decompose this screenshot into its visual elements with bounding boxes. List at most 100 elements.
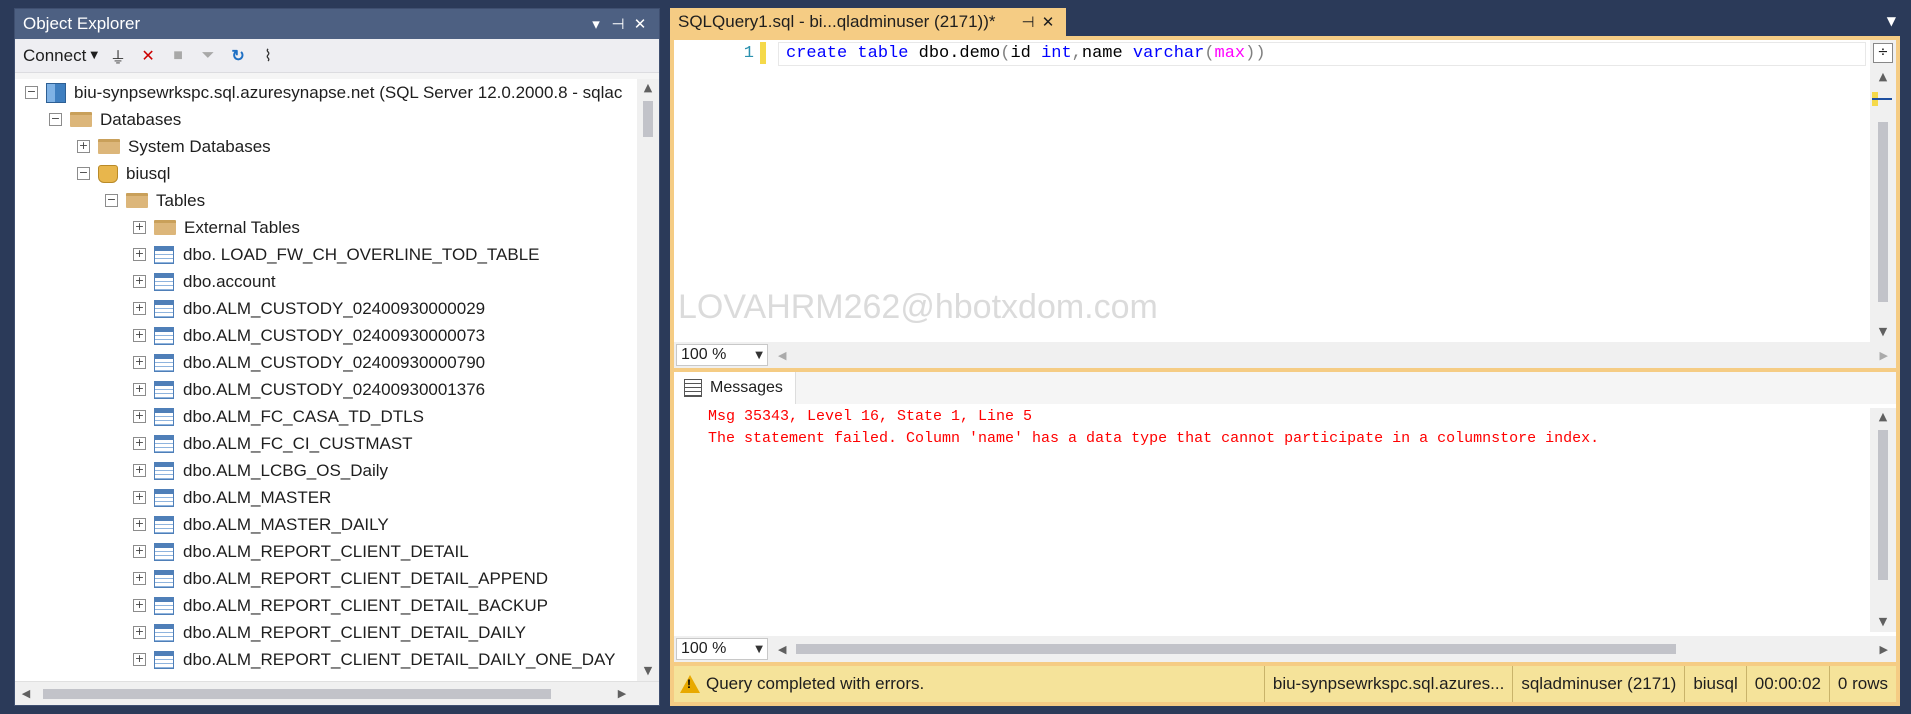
tree-node-table[interactable]: + dbo. LOAD_FW_CH_OVERLINE_TOD_TABLE: [15, 241, 637, 268]
expand-icon[interactable]: +: [133, 383, 146, 396]
collapse-icon[interactable]: −: [49, 113, 62, 126]
tab-overflow-dropdown-icon[interactable]: ▼: [1887, 14, 1896, 28]
tree-node-table[interactable]: + dbo.ALM_REPORT_CLIENT_DETAIL_DAILY: [15, 619, 637, 646]
expand-icon[interactable]: +: [133, 275, 146, 288]
object-explorer-tree: − biu-synpsewrkspc.sql.azuresynapse.net …: [15, 79, 637, 681]
scroll-up-icon[interactable]: ▲: [637, 81, 659, 94]
tree-vertical-scrollbar[interactable]: ▲ ▼: [637, 79, 659, 681]
pin-tab-icon[interactable]: ⊣: [1018, 13, 1038, 31]
chevron-down-icon[interactable]: ▼: [755, 350, 763, 361]
expand-icon[interactable]: +: [133, 464, 146, 477]
messages-panel[interactable]: Msg 35343, Level 16, State 1, Line 5 The…: [674, 404, 1896, 636]
connect-icon[interactable]: ⏚: [108, 44, 128, 68]
tab-messages[interactable]: Messages: [674, 372, 796, 404]
expand-icon[interactable]: +: [133, 491, 146, 504]
editor-zoom-bar: 100 % ▼ ◀ ▶: [674, 342, 1896, 368]
expand-icon[interactable]: +: [133, 356, 146, 369]
expand-icon[interactable]: +: [133, 437, 146, 450]
expand-icon[interactable]: +: [133, 221, 146, 234]
tree-node-table[interactable]: + dbo.ALM_CUSTODY_02400930000790: [15, 349, 637, 376]
table-icon: [154, 515, 174, 534]
tree-node-table[interactable]: + dbo.ALM_CUSTODY_02400930000073: [15, 322, 637, 349]
collapse-icon[interactable]: −: [77, 167, 90, 180]
scroll-up-icon[interactable]: ▲: [1872, 70, 1894, 83]
expand-icon[interactable]: +: [133, 626, 146, 639]
expand-icon[interactable]: +: [133, 410, 146, 423]
expand-icon[interactable]: +: [133, 653, 146, 666]
scroll-up-icon[interactable]: ▲: [1872, 410, 1894, 423]
tree-node-system-databases[interactable]: + System Databases: [15, 133, 637, 160]
scrollbar-thumb[interactable]: [643, 101, 653, 137]
scrollbar-thumb[interactable]: [43, 689, 551, 699]
scroll-left-icon[interactable]: ◀: [778, 643, 786, 656]
collapse-icon[interactable]: −: [105, 194, 118, 207]
expand-icon[interactable]: +: [77, 140, 90, 153]
tree-node-table[interactable]: + dbo.ALM_CUSTODY_02400930000029: [15, 295, 637, 322]
scroll-right-icon[interactable]: ▶: [1880, 349, 1888, 362]
tree-node-tables[interactable]: − Tables: [15, 187, 637, 214]
tree-node-label: dbo.ALM_FC_CI_CUSTMAST: [183, 433, 413, 453]
chevron-down-icon[interactable]: ▼: [755, 644, 763, 655]
tree-node-server[interactable]: − biu-synpsewrkspc.sql.azuresynapse.net …: [15, 79, 637, 106]
editor-zoom-select[interactable]: 100 % ▼: [676, 344, 768, 366]
expand-icon[interactable]: +: [133, 545, 146, 558]
scroll-down-icon[interactable]: ▼: [1872, 325, 1894, 338]
close-tab-icon[interactable]: ✕: [1038, 13, 1058, 31]
tab-sqlquery1[interactable]: SQLQuery1.sql - bi...qladminuser (2171))…: [670, 8, 1066, 36]
tree-node-table[interactable]: + dbo.ALM_FC_CI_CUSTMAST: [15, 430, 637, 457]
scroll-right-icon[interactable]: ▶: [611, 687, 633, 700]
disconnect-icon[interactable]: ✕: [138, 46, 158, 66]
messages-vertical-scrollbar[interactable]: ▲ ▼: [1870, 408, 1896, 632]
scroll-right-icon[interactable]: ▶: [1880, 643, 1888, 656]
tree-node-table[interactable]: + dbo.ALM_MASTER_DAILY: [15, 511, 637, 538]
scrollbar-thumb[interactable]: [1878, 122, 1888, 302]
query-status-bar: ! Query completed with errors. biu-synps…: [674, 666, 1896, 702]
messages-icon: [684, 379, 702, 397]
sql-editor[interactable]: 1 create table dbo.demo(id int,name varc…: [674, 40, 1896, 342]
expand-icon[interactable]: +: [133, 248, 146, 261]
expand-icon[interactable]: +: [133, 302, 146, 315]
collapse-icon[interactable]: −: [25, 86, 38, 99]
tree-node-table[interactable]: + dbo.account: [15, 268, 637, 295]
connect-button[interactable]: Connect ▼: [23, 46, 98, 66]
code-line[interactable]: create table dbo.demo(id int,name varcha…: [786, 44, 1266, 63]
tree-node-table[interactable]: + dbo.ALM_REPORT_CLIENT_DETAIL_APPEND: [15, 565, 637, 592]
results-zoom-select[interactable]: 100 % ▼: [676, 638, 768, 660]
scroll-left-icon[interactable]: ◀: [15, 687, 37, 700]
table-icon: [154, 650, 174, 669]
tree-node-external-tables[interactable]: + External Tables: [15, 214, 637, 241]
activity-monitor-icon[interactable]: ⌇: [258, 46, 278, 66]
tree-node-table[interactable]: + dbo.ALM_FC_CASA_TD_DTLS: [15, 403, 637, 430]
scrollbar-thumb[interactable]: [796, 644, 1676, 654]
tree-node-label: dbo.ALM_REPORT_CLIENT_DETAIL: [183, 541, 469, 561]
tree-node-database[interactable]: − biusql: [15, 160, 637, 187]
window-position-dropdown-icon[interactable]: ▾: [585, 15, 607, 33]
tree-node-table[interactable]: + dbo.ALM_LCBG_OS_Daily: [15, 457, 637, 484]
sql-punctuation: (: [1000, 44, 1011, 63]
expand-icon[interactable]: +: [133, 599, 146, 612]
scroll-left-icon[interactable]: ◀: [778, 349, 786, 362]
sql-identifier: dbo.demo: [908, 44, 1001, 63]
expand-icon[interactable]: +: [133, 518, 146, 531]
scroll-down-icon[interactable]: ▼: [637, 664, 659, 677]
expand-icon[interactable]: +: [133, 329, 146, 342]
filter-icon[interactable]: ⏷: [198, 47, 218, 65]
object-explorer-toolbar: Connect ▼ ⏚ ✕ ■ ⏷ ↻ ⌇: [15, 39, 659, 73]
tree-node-table[interactable]: + dbo.ALM_MASTER: [15, 484, 637, 511]
tree-node-table[interactable]: + dbo.ALM_REPORT_CLIENT_DETAIL_DAILY_ONE_…: [15, 646, 637, 673]
expand-icon[interactable]: +: [133, 572, 146, 585]
split-editor-icon[interactable]: ÷: [1873, 43, 1893, 63]
auto-hide-pin-icon[interactable]: ⊣: [607, 15, 629, 33]
tree-node-table[interactable]: + dbo.ALM_CUSTODY_02400930001376: [15, 376, 637, 403]
tree-node-table[interactable]: + dbo.ALM_REPORT_CLIENT_DETAIL: [15, 538, 637, 565]
stop-icon[interactable]: ■: [168, 47, 188, 65]
zoom-value: 100 %: [681, 346, 727, 363]
tree-node-databases[interactable]: − Databases: [15, 106, 637, 133]
scrollbar-thumb[interactable]: [1878, 430, 1888, 580]
refresh-icon[interactable]: ↻: [228, 46, 248, 66]
editor-vertical-scrollbar[interactable]: ÷ ▲ ▼: [1870, 40, 1896, 342]
close-panel-icon[interactable]: ✕: [629, 15, 651, 33]
scroll-down-icon[interactable]: ▼: [1872, 615, 1894, 628]
tree-horizontal-scrollbar[interactable]: ◀ ▶: [15, 681, 659, 705]
tree-node-table[interactable]: + dbo.ALM_REPORT_CLIENT_DETAIL_BACKUP: [15, 592, 637, 619]
